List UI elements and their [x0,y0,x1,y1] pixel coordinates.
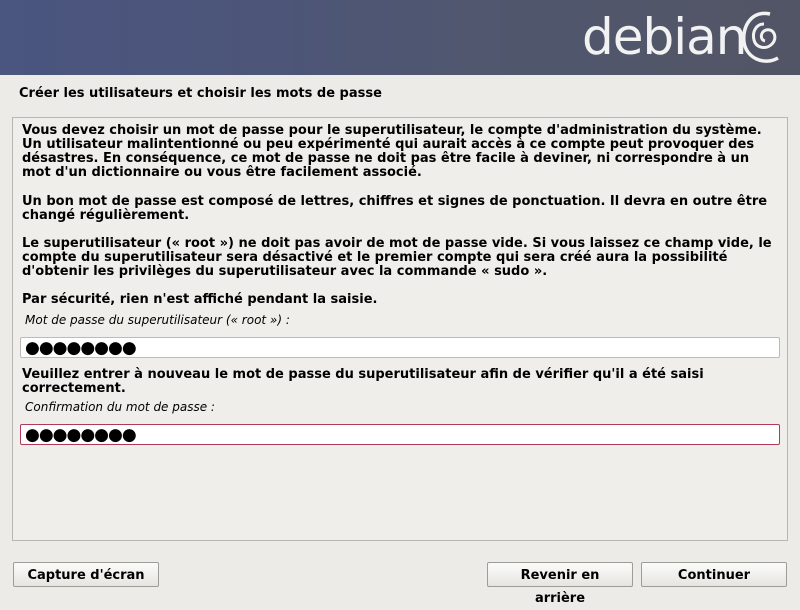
confirm-password-input[interactable] [20,424,780,445]
page-title: Créer les utilisateurs et choisir les mo… [19,86,382,101]
intro-paragraph: Vous devez choisir un mot de passe pour … [22,123,762,180]
security-note: Par sécurité, rien n'est affiché pendant… [22,292,378,307]
root-password-label: Mot de passe du superutilisateur (« root… [25,313,290,327]
continue-button[interactable]: Continuer [641,562,787,587]
root-password-input[interactable] [20,337,780,358]
screenshot-button[interactable]: Capture d'écran [13,562,159,587]
password-advice-paragraph: Un bon mot de passe est composé de lettr… [22,194,768,223]
debian-wordmark: debian [582,8,747,66]
back-button[interactable]: Revenir en arrière [487,562,633,606]
debian-banner: debian [0,0,800,75]
debian-swirl-icon [742,11,779,63]
confirm-instructions: Veuillez entrer à nouveau le mot de pass… [22,367,704,396]
content-panel: Vous devez choisir un mot de passe pour … [12,117,788,541]
root-empty-paragraph: Le superutilisateur (« root ») ne doit p… [22,236,772,279]
confirm-password-label: Confirmation du mot de passe : [25,400,215,414]
